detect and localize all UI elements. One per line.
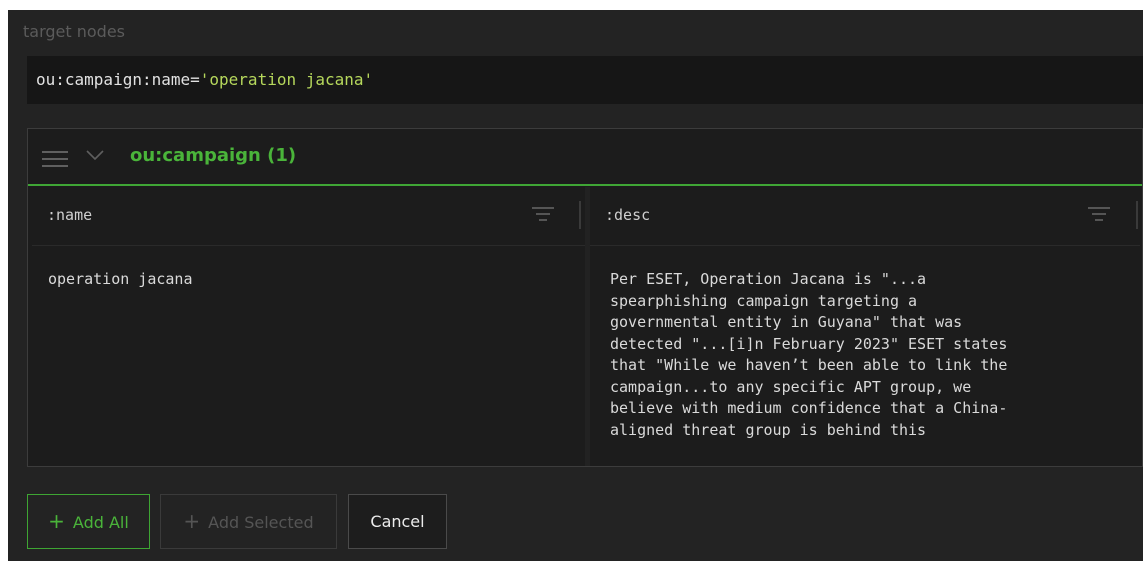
column-resize-handle[interactable]	[1136, 201, 1138, 229]
column-header-name[interactable]: :name	[32, 187, 578, 245]
column-header-desc[interactable]: :desc	[590, 187, 1142, 245]
query-prop: ou:campaign:name	[36, 70, 191, 89]
plus-icon: +	[48, 509, 65, 533]
add-all-button[interactable]: + Add All	[27, 494, 150, 549]
cancel-button[interactable]: Cancel	[348, 494, 447, 549]
query-operator: =	[190, 70, 200, 89]
cancel-label: Cancel	[370, 512, 425, 531]
results-card: ou:campaign (1) :name :desc operation ja…	[27, 128, 1143, 467]
plus-icon: +	[183, 509, 201, 533]
cell-desc[interactable]: Per ESET, Operation Jacana is "...a spea…	[610, 269, 1130, 441]
card-title: ou:campaign (1)	[130, 145, 297, 166]
menu-icon[interactable]	[42, 151, 68, 167]
filter-icon[interactable]	[532, 207, 554, 221]
target-nodes-label: target nodes	[23, 22, 125, 41]
column-label: :desc	[605, 206, 651, 224]
add-selected-label: Add Selected	[208, 513, 314, 532]
cell-name[interactable]: operation jacana	[48, 269, 193, 291]
card-header: ou:campaign (1)	[28, 129, 1142, 186]
chevron-down-icon[interactable]	[86, 149, 104, 161]
column-resize-handle[interactable]	[579, 201, 581, 229]
add-selected-button[interactable]: + Add Selected	[160, 494, 337, 549]
column-label: :name	[47, 206, 93, 224]
query-value: 'operation jacana'	[199, 70, 374, 89]
filter-icon[interactable]	[1088, 207, 1110, 221]
column-divider	[585, 187, 590, 466]
add-all-label: Add All	[72, 513, 129, 532]
query-input[interactable]: ou:campaign:name='operation jacana'	[27, 56, 1143, 104]
